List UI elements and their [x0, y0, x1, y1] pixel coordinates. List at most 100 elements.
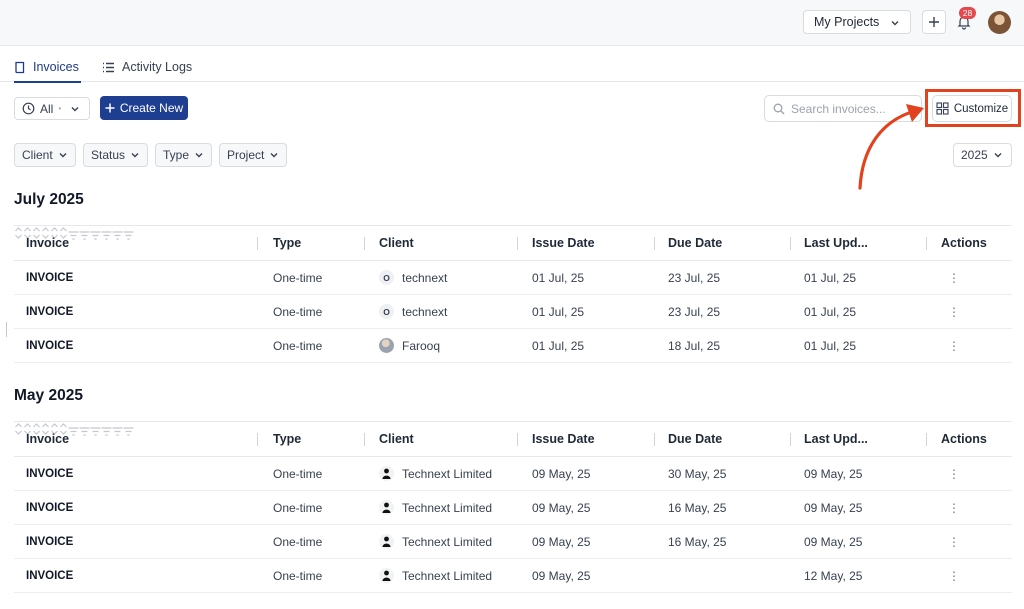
tab-activity-logs[interactable]: Activity Logs — [102, 52, 192, 82]
client-cell-text: Farooq — [402, 338, 441, 353]
client-avatar: O — [379, 304, 394, 319]
column-header-type: Type — [273, 432, 302, 446]
column-separator — [926, 433, 927, 446]
client-cell: Technext Limited — [379, 525, 492, 558]
filter-icon[interactable] — [68, 231, 79, 240]
table-row[interactable]: INVOICE One-time Otechnext 01 Jul, 25 23 Jul… — [14, 261, 1012, 295]
type-filter[interactable]: Type — [155, 143, 213, 167]
search-icon — [773, 103, 785, 114]
list-icon — [103, 62, 114, 72]
more-options-icon[interactable]: ⋮ — [948, 306, 960, 318]
more-options-icon[interactable]: ⋮ — [948, 502, 960, 514]
column-header-actions: Actions — [941, 236, 987, 250]
more-options-icon[interactable]: ⋮ — [948, 272, 960, 284]
plus-icon — [929, 17, 939, 27]
more-options-icon[interactable]: ⋮ — [948, 468, 960, 480]
table-row[interactable]: INVOICE One-time Technext Limited 09 May, 2… — [14, 559, 1012, 593]
chevron-down-icon — [891, 21, 899, 26]
client-cell: Technext Limited — [379, 491, 492, 524]
actions-cell[interactable]: ⋮ — [948, 491, 960, 524]
group-title: July 2025 — [14, 191, 84, 208]
client-cell: Farooq — [379, 329, 440, 362]
table-body: INVOICE One-time Otechnext 01 Jul, 25 23 Jul… — [14, 261, 1012, 363]
column-header-issue-date: Issue Date — [532, 236, 595, 250]
filter-icon[interactable] — [79, 231, 90, 240]
column-separator — [654, 433, 655, 446]
issue-date-cell-text: 09 May, 25 — [532, 568, 591, 583]
create-new-button[interactable]: Create New — [100, 96, 188, 120]
client-cell-text: technext — [402, 304, 448, 319]
group-title: May 2025 — [14, 387, 83, 404]
client-avatar — [379, 568, 394, 583]
filter-icon[interactable] — [90, 231, 101, 240]
column-header-issue-date: Issue Date — [532, 432, 595, 446]
invoice-cell: INVOICE — [26, 559, 73, 592]
sort-icon[interactable] — [14, 226, 23, 240]
last-updated-cell-text: 01 Jul, 25 — [804, 270, 857, 285]
column-separator — [926, 237, 927, 250]
project-filter[interactable]: Project — [219, 143, 288, 167]
user-avatar[interactable] — [988, 11, 1011, 34]
invoice-cell-text: INVOICE — [26, 305, 74, 318]
filter-icon[interactable] — [79, 427, 90, 436]
actions-cell[interactable]: ⋮ — [948, 261, 960, 294]
actions-cell[interactable]: ⋮ — [948, 329, 960, 362]
actions-cell[interactable]: ⋮ — [948, 525, 960, 558]
due-date-cell-text: 23 Jul, 25 — [668, 270, 721, 285]
filter-icon[interactable] — [123, 427, 134, 436]
table-row[interactable]: INVOICE One-time Farooq 01 Jul, 25 18 Jul, 2… — [14, 329, 1012, 363]
sort-icon[interactable] — [14, 422, 23, 436]
table-body: INVOICE One-time Technext Limited 09 May, 2… — [14, 457, 1012, 593]
table-row[interactable]: INVOICE One-time Technext Limited 09 May, 2… — [14, 525, 1012, 559]
actions-cell[interactable]: ⋮ — [948, 457, 960, 490]
issue-date-cell: 09 May, 25 — [532, 559, 590, 592]
table-row[interactable]: INVOICE One-time Technext Limited 09 May, 2… — [14, 491, 1012, 525]
year-filter[interactable]: 2025 — [953, 143, 1012, 167]
table-row[interactable]: INVOICE One-time Otechnext 01 Jul, 25 23 Jul… — [14, 295, 1012, 329]
status-filter-label: Status — [91, 148, 126, 162]
more-options-icon[interactable]: ⋮ — [948, 570, 960, 582]
type-cell-text: One-time — [273, 338, 323, 353]
more-options-icon[interactable]: ⋮ — [948, 340, 960, 352]
client-filter[interactable]: Client — [14, 143, 76, 167]
top-bar: My Projects 28 — [0, 0, 1024, 46]
invoice-cell-text: INVOICE — [26, 535, 74, 548]
create-new-label: Create New — [119, 101, 184, 115]
client-avatar — [379, 500, 394, 515]
time-filter-dropdown[interactable]: All • — [14, 97, 90, 120]
filter-icon[interactable] — [112, 427, 123, 436]
filter-icon[interactable] — [123, 231, 134, 240]
client-cell-text: Technext Limited — [402, 466, 493, 481]
type-filter-label: Type — [163, 148, 190, 162]
filter-icon[interactable] — [90, 427, 101, 436]
actions-cell[interactable]: ⋮ — [948, 295, 960, 328]
table-header: Invoice Type Client Issue Date Due Date Last … — [14, 421, 1012, 457]
type-cell: One-time — [273, 295, 322, 328]
more-options-icon[interactable]: ⋮ — [948, 536, 960, 548]
person-icon — [382, 468, 391, 479]
add-button[interactable] — [922, 10, 946, 34]
highlight-box — [925, 89, 1021, 127]
tab-invoices[interactable]: Invoices — [14, 52, 81, 83]
invoice-cell: INVOICE — [26, 457, 73, 490]
client-cell-text: Technext Limited — [402, 534, 493, 549]
due-date-cell-text: 16 May, 25 — [668, 534, 727, 549]
project-filter-label: Project — [227, 148, 265, 162]
invoice-cell: INVOICE — [26, 261, 73, 294]
invoice-cell-text: INVOICE — [26, 271, 74, 284]
filter-icon[interactable] — [68, 427, 79, 436]
filter-icon[interactable] — [112, 231, 123, 240]
last-updated-cell-text: 01 Jul, 25 — [804, 304, 857, 319]
filter-icon[interactable] — [101, 231, 112, 240]
last-updated-cell: 12 May, 25 — [804, 559, 862, 592]
table-row[interactable]: INVOICE One-time Technext Limited 09 May, 2… — [14, 457, 1012, 491]
column-separator — [517, 237, 518, 250]
project-select[interactable]: My Projects — [803, 10, 911, 34]
last-updated-cell: 01 Jul, 25 — [804, 329, 856, 362]
type-cell-text: One-time — [273, 466, 323, 481]
status-filter[interactable]: Status — [83, 143, 149, 167]
issue-date-cell: 09 May, 25 — [532, 457, 590, 490]
filter-icon[interactable] — [101, 427, 112, 436]
actions-cell[interactable]: ⋮ — [948, 559, 960, 592]
type-cell-text: One-time — [273, 534, 323, 549]
